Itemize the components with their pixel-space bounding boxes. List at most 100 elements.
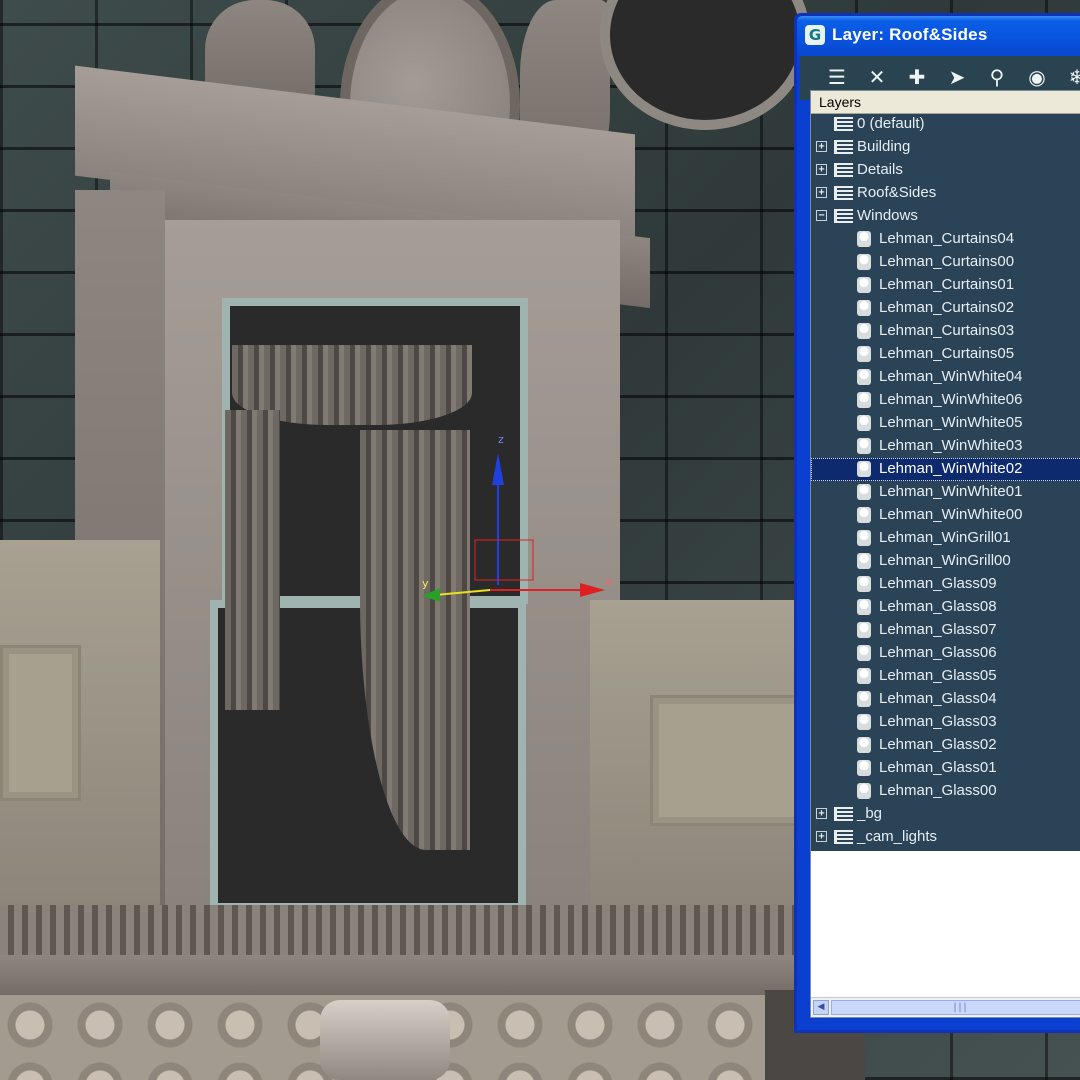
expand-icon[interactable]: +	[816, 141, 827, 152]
layer-manager-dialog[interactable]: G Layer: Roof&Sides ☰ ✕ ✚ ➤ ⚲ ◉ ❄ Layers 0 (de…	[794, 13, 1080, 1033]
row-label: Lehman_WinWhite02	[879, 460, 1023, 477]
row-label: Lehman_WinGrill00	[879, 552, 1011, 569]
layer-row[interactable]: + Roof&Sides	[811, 182, 1080, 205]
row-label: Building	[857, 138, 911, 155]
curtain-left-panel	[225, 410, 280, 710]
highlight-selected-icon[interactable]: ⚲	[982, 62, 1012, 92]
object-row[interactable]: Lehman_Curtains01	[811, 274, 1080, 297]
object-row[interactable]: Lehman_WinWhite01	[811, 481, 1080, 504]
expand-icon[interactable]: +	[816, 164, 827, 175]
object-row[interactable]: Lehman_Glass09	[811, 573, 1080, 596]
layer-row[interactable]: + _cam_lights	[811, 826, 1080, 849]
layer-row[interactable]: − Windows	[811, 205, 1080, 228]
scrollbar-thumb[interactable]: |||	[831, 1000, 1080, 1015]
gizmo-x-arrow-icon[interactable]	[580, 583, 605, 597]
dentil-frieze	[0, 905, 800, 955]
create-layer-icon[interactable]: ☰	[822, 62, 852, 92]
expand-icon[interactable]: +	[816, 831, 827, 842]
geometry-object-icon	[857, 484, 871, 500]
horizontal-scrollbar[interactable]: ◀ |||	[811, 997, 1080, 1017]
geometry-object-icon	[857, 645, 871, 661]
layer-row[interactable]: + Building	[811, 136, 1080, 159]
transform-gizmo[interactable]: x y z	[410, 425, 620, 615]
gizmo-y-arrow-icon[interactable]	[422, 588, 440, 602]
geometry-object-icon	[857, 415, 871, 431]
row-label: Lehman_Glass01	[879, 759, 997, 776]
object-row[interactable]: Lehman_WinWhite04	[811, 366, 1080, 389]
row-label: _bg	[857, 805, 883, 822]
geometry-object-icon	[857, 760, 871, 776]
scroll-grip: |||	[952, 1002, 968, 1013]
geometry-object-icon	[857, 576, 871, 592]
row-label: Lehman_Glass06	[879, 644, 997, 661]
object-row[interactable]: Lehman_Glass00	[811, 780, 1080, 803]
object-row[interactable]: Lehman_Curtains03	[811, 320, 1080, 343]
layer-row[interactable]: + Details	[811, 159, 1080, 182]
layers-column-header[interactable]: Layers	[811, 91, 1080, 114]
object-row[interactable]: Lehman_Curtains05	[811, 343, 1080, 366]
object-row[interactable]: Lehman_Glass02	[811, 734, 1080, 757]
gizmo-plane-handle[interactable]	[474, 539, 534, 581]
row-label: Lehman_Glass07	[879, 621, 997, 638]
layer-stack-icon	[834, 140, 853, 154]
object-row[interactable]: Lehman_Glass04	[811, 688, 1080, 711]
scroll-left-icon[interactable]: ◀	[813, 1000, 829, 1015]
collapse-icon[interactable]: −	[816, 210, 827, 221]
row-label: Lehman_Curtains00	[879, 253, 1015, 270]
row-label: Lehman_WinWhite06	[879, 391, 1023, 408]
layer-stack-icon	[834, 807, 853, 821]
object-row[interactable]: Lehman_Glass07	[811, 619, 1080, 642]
object-row[interactable]: Lehman_WinWhite00	[811, 504, 1080, 527]
object-row[interactable]: Lehman_Curtains02	[811, 297, 1080, 320]
delete-layer-icon[interactable]: ✕	[862, 62, 892, 92]
hide-all-icon[interactable]: ◉	[1022, 62, 1052, 92]
row-label: Lehman_WinWhite03	[879, 437, 1023, 454]
row-label: Lehman_Glass08	[879, 598, 997, 615]
object-row[interactable]: Lehman_WinWhite06	[811, 389, 1080, 412]
expand-icon[interactable]: +	[816, 808, 827, 819]
object-row[interactable]: Lehman_Curtains04	[811, 228, 1080, 251]
geometry-object-icon	[857, 369, 871, 385]
object-row[interactable]: Lehman_Glass06	[811, 642, 1080, 665]
gizmo-z-arrow-icon[interactable]	[492, 453, 504, 485]
row-label: Lehman_WinGrill01	[879, 529, 1011, 546]
freeze-all-icon[interactable]: ❄	[1062, 62, 1080, 92]
geometry-object-icon	[857, 231, 871, 247]
dialog-title: Layer: Roof&Sides	[832, 25, 988, 44]
3dsmax-logo-icon: G	[805, 25, 825, 45]
geometry-object-icon	[857, 277, 871, 293]
gizmo-y-axis[interactable]	[434, 589, 491, 596]
layer-row[interactable]: 0 (default)	[811, 113, 1080, 136]
layer-stack-icon	[834, 830, 853, 844]
expand-icon[interactable]: +	[816, 187, 827, 198]
add-selection-icon[interactable]: ✚	[902, 62, 932, 92]
layer-stack-icon	[834, 186, 853, 200]
object-row[interactable]: Lehman_Glass08	[811, 596, 1080, 619]
row-label: Lehman_Curtains02	[879, 299, 1015, 316]
geometry-object-icon	[857, 691, 871, 707]
bracket-console	[320, 1000, 450, 1080]
object-row[interactable]: Lehman_Curtains00	[811, 251, 1080, 274]
geometry-object-icon	[857, 438, 871, 454]
frieze-ledge	[0, 955, 800, 995]
row-label: Lehman_Glass04	[879, 690, 997, 707]
geometry-object-icon	[857, 461, 871, 477]
object-row[interactable]: Lehman_WinWhite05	[811, 412, 1080, 435]
select-objects-icon[interactable]: ➤	[942, 62, 972, 92]
row-label: Lehman_Glass00	[879, 782, 997, 799]
geometry-object-icon	[857, 507, 871, 523]
row-label: Lehman_Glass02	[879, 736, 997, 753]
dialog-titlebar[interactable]: G Layer: Roof&Sides	[797, 16, 1080, 56]
object-row[interactable]: Lehman_WinWhite03	[811, 435, 1080, 458]
layer-row[interactable]: + _bg	[811, 803, 1080, 826]
layer-stack-icon	[834, 117, 853, 131]
object-row[interactable]: Lehman_Glass01	[811, 757, 1080, 780]
object-row[interactable]: Lehman_Glass05	[811, 665, 1080, 688]
geometry-object-icon	[857, 622, 871, 638]
object-row[interactable]: Lehman_Glass03	[811, 711, 1080, 734]
object-row[interactable]: Lehman_WinGrill00	[811, 550, 1080, 573]
layer-tree[interactable]: Layers 0 (default) + Building + Details + Roof…	[811, 91, 1080, 851]
row-label: Details	[857, 161, 903, 178]
object-row[interactable]: Lehman_WinGrill01	[811, 527, 1080, 550]
object-row[interactable]: Lehman_WinWhite02	[811, 458, 1080, 481]
